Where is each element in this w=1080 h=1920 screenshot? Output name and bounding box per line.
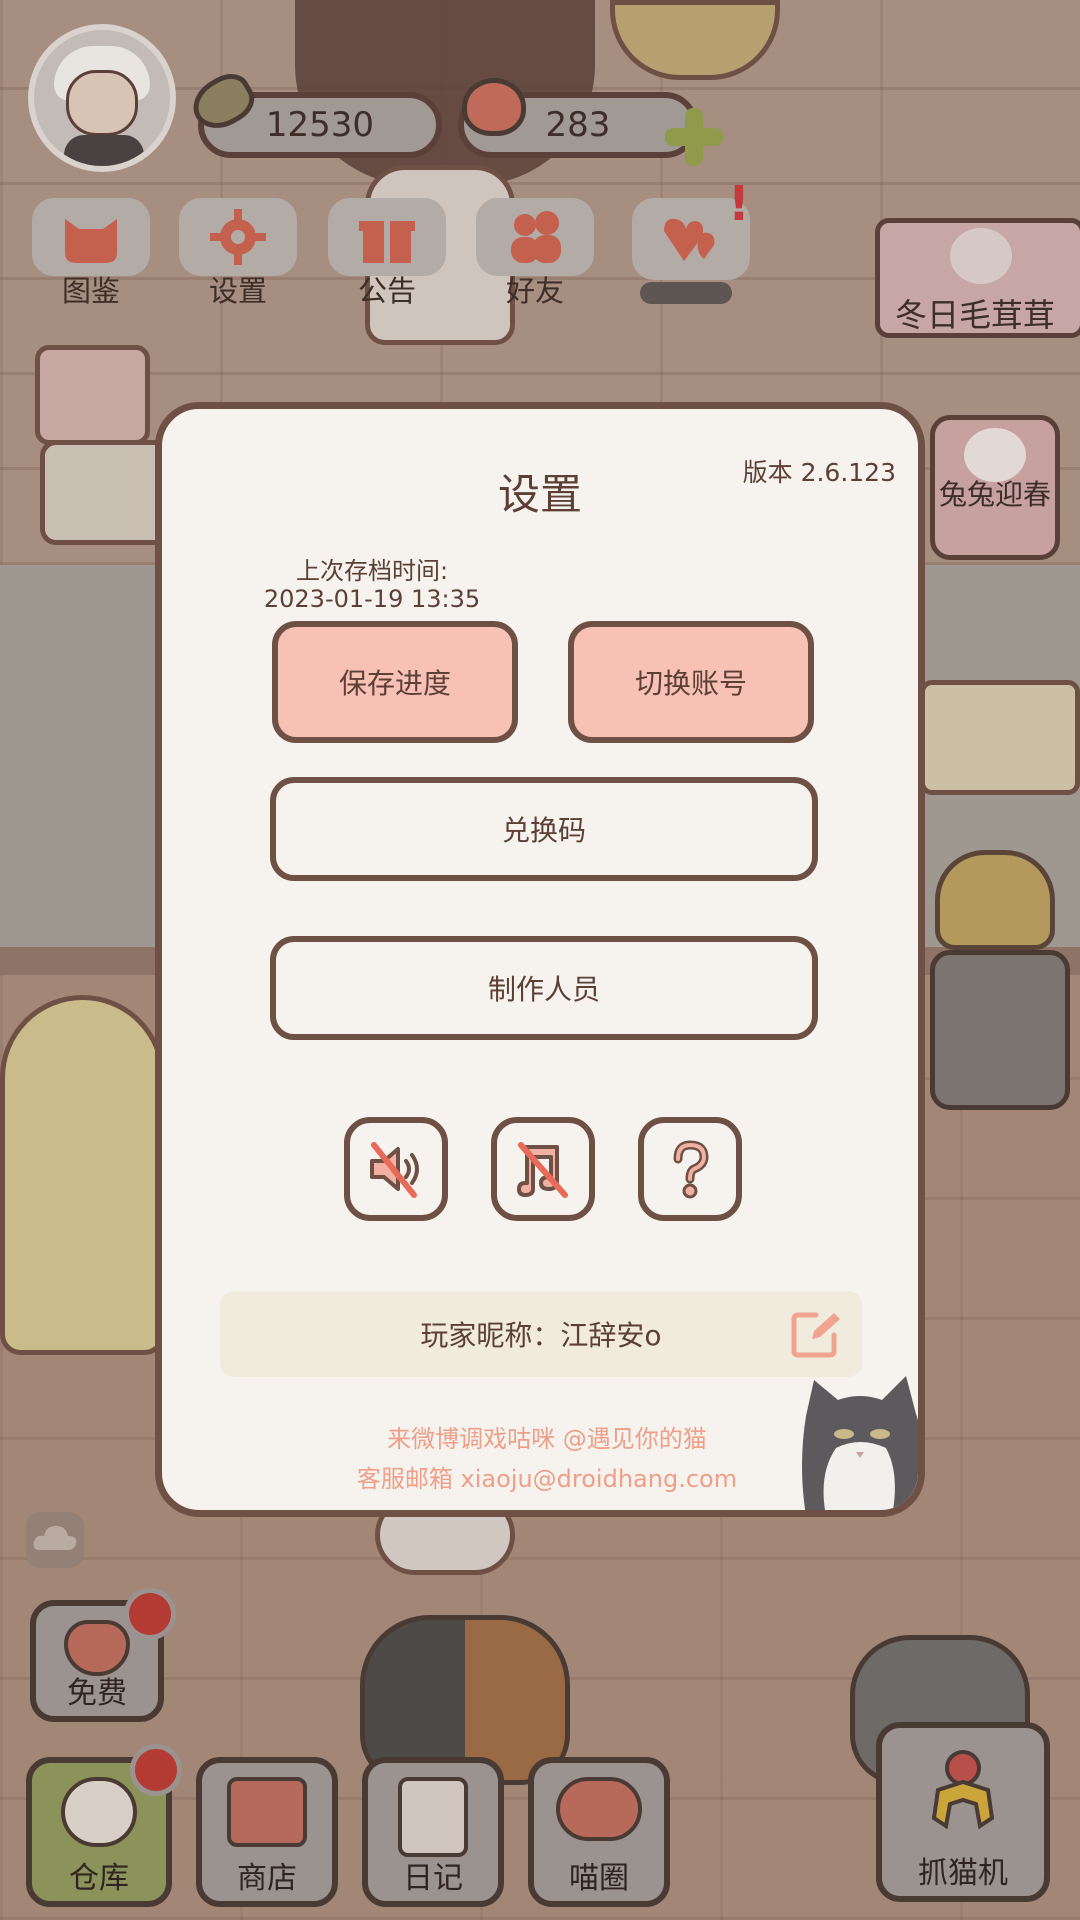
switch-account-label: 切换账号 [634, 667, 747, 700]
calendar-decoration [35, 345, 150, 445]
notification-bar [640, 282, 732, 304]
add-currency-button[interactable] [665, 108, 723, 166]
cat-circle-label: 喵圈 [569, 1861, 629, 1896]
menu-collection-label: 图鉴 [61, 274, 120, 308]
paw-icon [950, 228, 1012, 284]
menu-announcement-button[interactable]: 公告 [322, 198, 452, 310]
event-banner-label: 冬日毛茸茸 [895, 296, 1056, 334]
music-muted-icon [517, 1142, 568, 1198]
menu-settings-button[interactable]: 设置 [173, 198, 303, 310]
nickname-bar: 玩家昵称：江辞安o [220, 1291, 862, 1377]
menu-friends-button[interactable]: 好友 [470, 198, 600, 310]
kettle-decoration [935, 850, 1055, 950]
version-label: 版本 2.6.123 [742, 458, 896, 487]
nickname-text: 玩家昵称：江辞安o [420, 1319, 662, 1352]
menu-collection-button[interactable]: 图鉴 [26, 198, 156, 310]
save-progress-button[interactable]: 保存进度 [272, 621, 518, 743]
save-progress-label: 保存进度 [338, 667, 451, 700]
shop-label: 商店 [237, 1861, 297, 1896]
help-button[interactable] [638, 1117, 742, 1221]
credits-label: 制作人员 [487, 973, 600, 1006]
player-avatar[interactable] [28, 24, 176, 172]
last-save-time: 2023-01-19 13:35 [263, 585, 481, 613]
redeem-code-button[interactable]: 兑换码 [270, 777, 818, 881]
redeem-code-label: 兑换码 [501, 814, 586, 847]
switch-account-button[interactable]: 切换账号 [568, 621, 814, 743]
heart-icon [462, 78, 526, 136]
diary-icon [398, 1777, 468, 1857]
notification-dot [130, 1744, 182, 1796]
blonde-character [0, 995, 165, 1355]
stove-decoration [930, 950, 1070, 1110]
edit-nickname-icon[interactable] [790, 1309, 842, 1359]
claw-icon [918, 1746, 1008, 1842]
warehouse-label: 仓库 [69, 1861, 129, 1896]
gear-icon [179, 198, 297, 276]
planet-cat-icon [556, 1777, 642, 1841]
heart-count: 283 [545, 105, 611, 145]
friends-icon [476, 198, 594, 276]
bun-icon [61, 1777, 137, 1847]
sound-toggle-button[interactable] [344, 1117, 448, 1221]
menu-settings-label: 设置 [208, 274, 267, 308]
credits-button[interactable]: 制作人员 [270, 936, 818, 1040]
settings-modal: 设置 版本 2.6.123 上次存档时间: 2023-01-19 13:35 保… [155, 402, 925, 1517]
claw-machine-button[interactable]: 抓猫机 [876, 1722, 1050, 1902]
menu-announcement-label: 公告 [357, 274, 416, 308]
sound-muted-icon [370, 1142, 419, 1198]
diary-button[interactable]: 日记 [362, 1757, 504, 1907]
cat-head-icon [32, 198, 150, 276]
menu-friends-label: 好友 [505, 274, 564, 308]
alert-exclamation-icon: ! [728, 176, 750, 232]
menu-board-decoration [920, 680, 1080, 795]
gift-icon [328, 198, 446, 276]
diary-label: 日记 [403, 1861, 463, 1896]
claw-machine-label: 抓猫机 [918, 1856, 1008, 1891]
bunny-icon [964, 428, 1026, 482]
notification-dot [124, 1588, 176, 1640]
cat-photo-image [796, 1356, 918, 1510]
shop-button[interactable]: 商店 [196, 1757, 338, 1907]
fish-count: 12530 [265, 105, 375, 145]
bunny-event-label: 兔兔迎春 [938, 478, 1051, 511]
question-mark-icon [673, 1140, 709, 1199]
cloud-save-button[interactable] [26, 1512, 84, 1568]
last-save-label: 上次存档时间: [295, 557, 449, 585]
shop-icon [227, 1777, 307, 1847]
music-toggle-button[interactable] [491, 1117, 595, 1221]
cat-circle-button[interactable]: 喵圈 [528, 1757, 670, 1907]
